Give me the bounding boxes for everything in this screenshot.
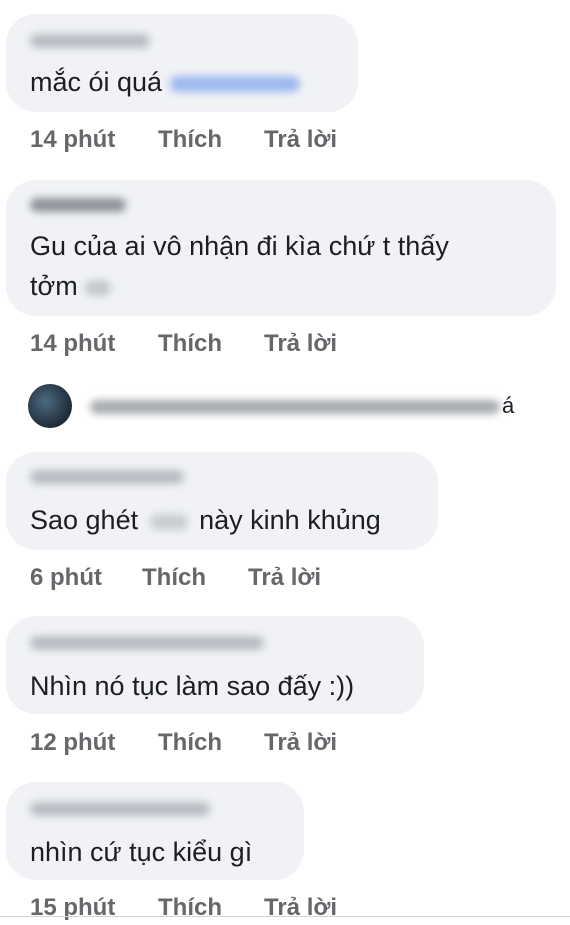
commenter-name-blurred[interactable] [30,636,264,650]
reply-preview-trailing-text: á [502,393,515,418]
commenter-name-blurred[interactable] [30,470,184,484]
comment-time[interactable]: 14 phút [30,126,115,154]
reply-button[interactable]: Trả lời [264,126,337,154]
comment-text: nhìn cứ tục kiểu gì [30,832,252,872]
comment-meta: 14 phút Thích Trả lời [30,330,430,360]
comment-text-content: nhìn cứ tục kiểu gì [30,837,253,867]
comment-meta: 12 phút Thích Trả lời [30,729,430,759]
like-button[interactable]: Thích [158,330,222,358]
like-button[interactable]: Thích [142,564,206,592]
reply-button[interactable]: Trả lời [264,330,337,358]
comment-text: Sao ghét này kinh khủng [30,500,381,540]
comment-text-content: Nhìn nó tục làm sao đấy :)) [30,671,355,701]
commenter-name-blurred[interactable] [30,802,210,816]
comment-meta: 6 phút Thích Trả lời [30,564,430,594]
censored-word-blurred [149,513,188,530]
like-button[interactable]: Thích [158,894,222,922]
reply-button[interactable]: Trả lời [264,729,337,757]
comment-meta: 15 phút Thích Trả lời [30,894,430,924]
comment-text: mắc ói quá [30,62,300,102]
reply-preview-blurred[interactable] [90,400,500,414]
emoji-blurred [85,279,112,296]
reply-button[interactable]: Trả lời [264,894,337,922]
divider [0,916,570,917]
reply-button[interactable]: Trả lời [248,564,321,592]
like-button[interactable]: Thích [158,126,222,154]
comment-time[interactable]: 6 phút [30,564,102,592]
comment-text-content: tởm [30,271,78,301]
commenter-name-blurred[interactable] [30,198,126,212]
comment-time[interactable]: 15 phút [30,894,115,922]
comment-text-line-2: tởm [30,266,112,306]
tagged-name-blurred[interactable] [169,75,300,92]
comment-text-content: Gu của ai vô nhận đi kìa chứ t thấy [30,231,449,261]
comment-time[interactable]: 12 phút [30,729,115,757]
comment-text-content: Sao ghét [30,505,139,535]
comment-text-content: mắc ói quá [30,67,163,97]
comment-time[interactable]: 14 phút [30,330,115,358]
collapsed-reply[interactable]: á [0,376,570,436]
comment-text-line-1: Gu của ai vô nhận đi kìa chứ t thấy [30,226,449,266]
like-button[interactable]: Thích [158,729,222,757]
comment-text-content: này kinh khủng [199,505,381,535]
commenter-name-blurred[interactable] [30,34,150,48]
comment-text: Nhìn nó tục làm sao đấy :)) [30,666,354,706]
comment-meta: 14 phút Thích Trả lời [30,126,430,156]
avatar[interactable] [28,384,72,428]
